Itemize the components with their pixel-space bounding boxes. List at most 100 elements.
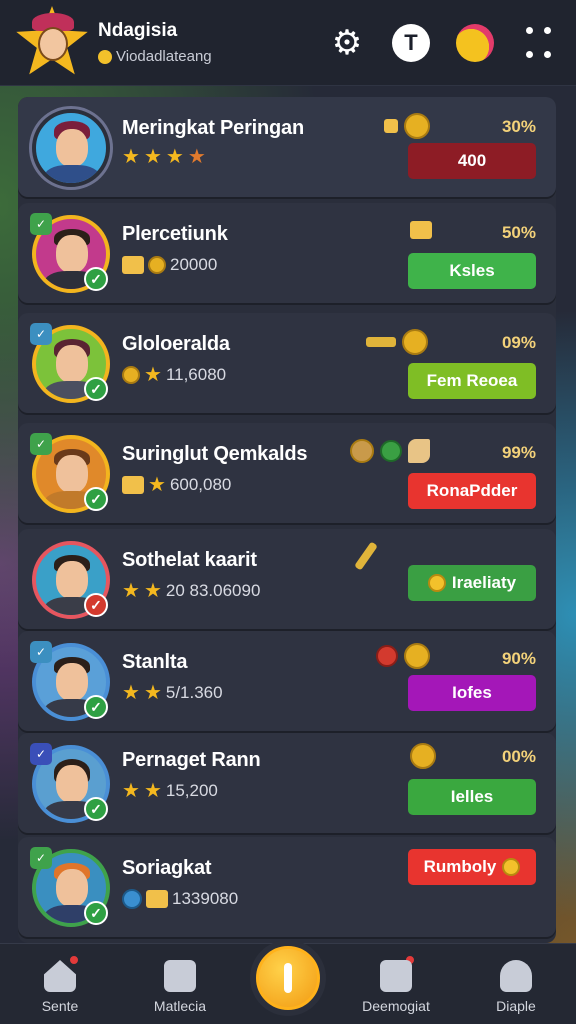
row-action-button[interactable]: 400	[408, 143, 536, 179]
percent-value: 90%	[501, 649, 536, 668]
nav-label: Diaple	[496, 998, 536, 1014]
row-action-button[interactable]: Ielles	[408, 779, 536, 815]
gold-stack-icon	[122, 476, 144, 494]
player-name: Suringlut Qemkalds	[122, 443, 308, 465]
list-item[interactable]: ✓ ✓ Plercetiunk 20000 50% Ksles	[18, 203, 556, 303]
app-subtitle: Viodadlateang	[98, 48, 328, 65]
player-name: Soriagkat	[122, 857, 212, 879]
settings-gear-icon[interactable]: ⚙	[328, 24, 366, 62]
reward-icons	[354, 541, 378, 571]
nav-label: Deemogiat	[362, 998, 430, 1014]
player-score: 20000	[122, 255, 217, 275]
verified-check-icon: ✓	[84, 593, 108, 617]
star-icon: ★	[143, 580, 162, 602]
star-icon: ★	[143, 146, 162, 168]
player-name: Sothelat kaarit	[122, 549, 257, 571]
nav-item-profile[interactable]: Diaple	[466, 960, 566, 1014]
badge-icon: ✓	[30, 213, 52, 235]
row-action-button[interactable]: Fem Reoea	[408, 363, 536, 399]
row-action-button[interactable]: Iraeliaty	[408, 565, 536, 601]
gold-stack-icon	[122, 256, 144, 274]
list-item[interactable]: ✓ ✓ Suringlut Qemkalds ★ 600,080 99% Ron…	[18, 423, 556, 523]
row-action-button[interactable]: RonaPdder	[408, 473, 536, 509]
list-item[interactable]: ✓ ✓ Pernaget Rann ★ ★ 15,200 00% Ielles	[18, 733, 556, 833]
row-action-button[interactable]: Rumboly	[408, 849, 536, 885]
verified-check-icon: ✓	[84, 377, 108, 401]
star-rating: ★ ★ ★ ★	[122, 147, 206, 167]
star-icon: ★	[165, 146, 184, 168]
list-item[interactable]: ✓ ✓ Gloloeralda ★ 11,6080 09% Fem Reoea	[18, 313, 556, 413]
star-icon: ★	[122, 682, 140, 704]
reward-icons	[376, 643, 430, 669]
percent-value: 09%	[501, 333, 536, 352]
verified-check-icon: ✓	[84, 267, 108, 291]
percent-value: 99%	[501, 443, 536, 462]
coin-icon	[427, 574, 446, 592]
head	[56, 345, 88, 383]
game-logo[interactable]	[14, 5, 90, 81]
logo-face-icon	[38, 26, 68, 61]
badge-icon: ✓	[30, 847, 52, 869]
head	[56, 869, 88, 907]
gem-icon	[122, 889, 142, 909]
star-icon: ★	[144, 364, 162, 386]
star-icon: ★	[122, 580, 140, 602]
player-score: 1339080	[122, 889, 238, 909]
badge-icon: ✓	[30, 743, 52, 765]
badge-icon: ✓	[30, 323, 52, 345]
list-item[interactable]: ✓ ✓ Soriagkat 1339080 Rumboly	[18, 837, 556, 937]
brand-block: Ndagisia Viodadlateang	[98, 20, 328, 65]
head	[56, 663, 88, 701]
nav-item-home[interactable]: Sente	[10, 954, 110, 1014]
top-icons: ⚙ T	[328, 23, 558, 62]
head	[56, 129, 88, 167]
top-bar: Ndagisia Viodadlateang ⚙ T	[0, 0, 576, 86]
player-name: Pernaget Rann	[122, 749, 261, 771]
profile-t-icon[interactable]: T	[392, 23, 430, 62]
nav-item-messages[interactable]: Deemogiat	[346, 954, 446, 1014]
list-item[interactable]: Meringkat Peringan ★ ★ ★ ★ 30% 400	[18, 97, 556, 197]
percent-value: 30%	[501, 117, 536, 136]
head	[56, 455, 88, 493]
ball-icon[interactable]	[456, 23, 494, 62]
button-label: Rumboly	[423, 857, 497, 876]
telescope-icon	[366, 337, 396, 347]
score-text: 600,080	[169, 475, 232, 494]
nav-label: Matlecia	[153, 998, 207, 1014]
star-icon: ★	[143, 682, 162, 704]
row-action-button[interactable]: Iofes	[408, 675, 536, 711]
score-text: 20 83.06090	[165, 581, 261, 600]
reward-icons	[384, 113, 430, 139]
list-item[interactable]: ✓ Sothelat kaarit ★ ★ 20 83.06090 Iraeli…	[18, 529, 556, 629]
gold-stack-icon	[146, 890, 168, 908]
list-item[interactable]: ✓ ✓ Stanlta ★ ★ 5/1.360 90% Iofes	[18, 631, 556, 731]
head	[56, 561, 88, 599]
score-text: 20000	[170, 255, 218, 274]
coin-icon	[402, 329, 428, 355]
verified-check-icon: ✓	[84, 695, 108, 719]
player-name: Meringkat Peringan	[122, 117, 304, 139]
reward-icons	[410, 743, 436, 769]
verified-check-icon: ✓	[84, 797, 108, 821]
bottom-nav: Sente Matlecia Deemogiat Diaple	[0, 940, 576, 1024]
score-text: 15,200	[165, 781, 218, 800]
coin-icon	[404, 113, 430, 139]
star-icon: ★	[122, 146, 140, 168]
hand-icon	[408, 439, 430, 463]
badge-icon: ✓	[30, 433, 52, 455]
nav-item-matches[interactable]: Matlecia	[130, 960, 230, 1014]
head	[56, 765, 88, 803]
avatar	[32, 109, 110, 187]
star-icon: ★	[143, 780, 162, 802]
menu-dots-icon[interactable]	[520, 24, 558, 62]
play-button[interactable]	[250, 940, 326, 1016]
badge-icon: ✓	[30, 641, 52, 663]
treasure-icon	[410, 221, 432, 239]
player-name: Stanlta	[122, 651, 188, 673]
gold-bar-icon	[384, 119, 398, 133]
head	[56, 235, 88, 273]
row-action-button[interactable]: Ksles	[408, 253, 536, 289]
person-icon	[500, 960, 532, 992]
player-name: Plercetiunk	[122, 223, 228, 245]
barrel-icon	[350, 439, 374, 463]
